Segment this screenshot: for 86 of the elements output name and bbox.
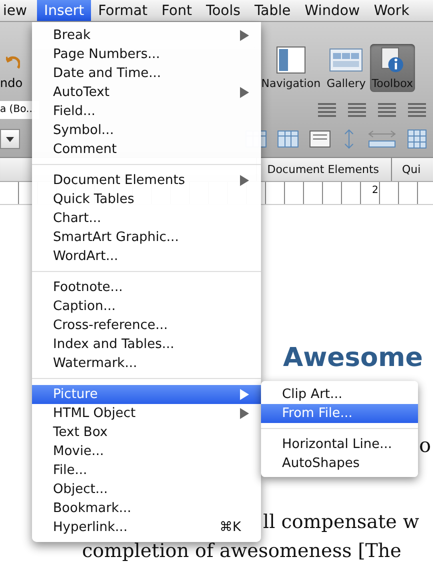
menu-bar-item[interactable]: Work (366, 0, 410, 21)
menu-item-label: Date and Time... (53, 66, 162, 81)
menu-item-label: From File... (282, 406, 354, 421)
menu-item-label: AutoShapes (282, 456, 361, 471)
align-icon (347, 103, 367, 117)
align-icon (377, 103, 397, 117)
body-text: ll compensate w (263, 510, 420, 534)
menu-item-label: AutoText (53, 85, 110, 100)
menu-item-label: Horizontal Line... (282, 437, 393, 452)
style-dropdown[interactable] (0, 129, 20, 149)
menu-item-label: SmartArt Graphic... (53, 230, 180, 245)
menu-item-label: Movie... (53, 444, 105, 459)
width-icon (367, 129, 397, 149)
menu-item[interactable]: Text Box (32, 423, 261, 442)
menu-item[interactable]: Index and Tables... (32, 335, 261, 354)
table-icon (277, 130, 299, 148)
menu-bar-item[interactable]: Format (91, 0, 154, 21)
menu-item[interactable]: Cross-reference... (32, 316, 261, 335)
menu-bar-item[interactable]: Insert (36, 0, 92, 21)
menu-item-label: Page Numbers... (53, 47, 161, 62)
menu-item-label: Caption... (53, 299, 117, 314)
menu-item[interactable]: Comment (32, 140, 261, 159)
menu-item[interactable]: Movie... (32, 442, 261, 461)
menu-item[interactable]: Clip Art... (261, 385, 418, 404)
menu-item[interactable]: From File... (261, 404, 418, 423)
menu-item-label: Picture (53, 387, 99, 402)
menu-item[interactable]: SmartArt Graphic... (32, 228, 261, 247)
menu-item-label: Symbol... (53, 123, 115, 138)
menu-item-label: Comment (53, 142, 118, 157)
menu-item-label: Cross-reference... (53, 318, 169, 333)
menu-item[interactable]: Caption... (32, 297, 261, 316)
menu-item-label: Quick Tables (53, 192, 136, 207)
align-icon (407, 103, 427, 117)
undo-button[interactable]: ndo (0, 22, 23, 98)
menu-item[interactable]: Chart... (32, 209, 261, 228)
undo-icon (6, 54, 20, 70)
menu-item[interactable]: Object... (32, 480, 261, 499)
menu-item[interactable]: AutoShapes (261, 454, 418, 473)
document-heading: Awesome (283, 343, 423, 373)
menu-item[interactable]: HTML Object (32, 404, 261, 423)
shortcut-label: ⌘K (219, 520, 241, 535)
menu-item[interactable]: File... (32, 461, 261, 480)
menu-item[interactable]: Break (32, 26, 261, 45)
menu-item[interactable]: Bookmark... (32, 499, 261, 518)
menu-item-label: Document Elements (53, 173, 186, 188)
toolbar-button[interactable]: Toolbox (370, 44, 415, 92)
menu-item-label: Break (53, 28, 92, 43)
menu-item[interactable]: Page Numbers... (32, 45, 261, 64)
menu-item-label: WordArt... (53, 249, 120, 264)
menu-bar-item[interactable]: iew (0, 0, 33, 21)
menu-item[interactable]: Hyperlink... ⌘K (32, 518, 261, 537)
menu-item-label: Index and Tables... (53, 337, 176, 352)
menu-item[interactable]: Quick Tables (32, 190, 261, 209)
text-fragment: o (419, 433, 432, 457)
menu-bar-item[interactable]: Tools (198, 0, 248, 21)
gallery-icon (329, 46, 364, 74)
menu-bar-item[interactable]: Font (154, 0, 199, 21)
menu-bar-item[interactable]: Window (298, 0, 367, 21)
menu-item[interactable]: Watermark... (32, 354, 261, 373)
sidebar-layout-icon (276, 46, 306, 74)
menu-item-label: Bookmark... (53, 501, 132, 516)
toolbar-button[interactable]: Gallery (324, 44, 368, 92)
text-box-icon (309, 130, 331, 148)
menu-item-label: File... (53, 463, 88, 478)
menu-item-label: Footnote... (53, 280, 124, 295)
menu-item[interactable]: AutoText (32, 83, 261, 102)
align-icon (317, 103, 337, 117)
menu-item-label: Object... (53, 482, 109, 497)
menu-item[interactable]: Horizontal Line... (261, 435, 418, 454)
ruler-number: 2 (372, 185, 378, 196)
menu-item[interactable]: Footnote... (32, 278, 261, 297)
menu-item-label: Clip Art... (282, 387, 344, 402)
menu-item-label: Text Box (53, 425, 109, 440)
ribbon-tab[interactable]: Qui (391, 158, 433, 181)
menu-item[interactable]: Picture (32, 385, 261, 404)
menu-item[interactable]: Date and Time... (32, 64, 261, 83)
body-text: completion of awesomeness [The (82, 539, 402, 563)
menu-item-label: Watermark... (53, 356, 138, 371)
grid-icon (407, 129, 427, 149)
menu-bar-item[interactable]: Table (247, 0, 298, 21)
menu-item[interactable]: Symbol... (32, 121, 261, 140)
menu-item[interactable]: WordArt... (32, 247, 261, 266)
menu-item-label: HTML Object (53, 406, 137, 421)
menu-item-label: Hyperlink... (53, 520, 128, 535)
menu-item-label: Chart... (53, 211, 102, 226)
dropdown-arrow-icon (6, 136, 14, 142)
